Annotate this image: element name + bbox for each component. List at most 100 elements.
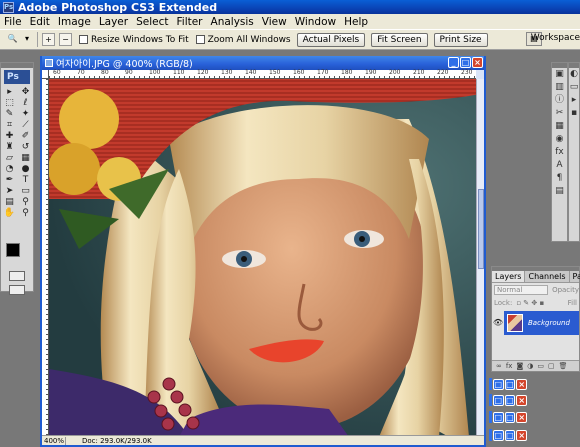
- foreground-color-swatch[interactable]: [6, 243, 20, 257]
- clone-source-icon[interactable]: ▤: [552, 185, 567, 198]
- close-button[interactable]: ×: [516, 411, 528, 423]
- trash-icon[interactable]: 🗑: [559, 362, 568, 370]
- restore-button[interactable]: □: [492, 411, 504, 423]
- fx-icon[interactable]: fx: [552, 146, 567, 159]
- dodge-tool-icon[interactable]: ●: [18, 164, 33, 174]
- horizontal-ruler[interactable]: 60 70 80 90 100 110 120 130 140 150 160 170 180 190 20…: [49, 69, 476, 79]
- actual-pixels-button[interactable]: Actual Pixels: [296, 32, 366, 47]
- workspace-menu[interactable]: Workspace: [531, 33, 580, 43]
- path-select-icon[interactable]: ➤: [2, 186, 17, 196]
- zoom-tool-icon[interactable]: ⚲: [18, 208, 33, 218]
- close-button[interactable]: ×: [516, 378, 528, 390]
- notes-tool-icon[interactable]: ▤: [2, 197, 17, 207]
- restore-button[interactable]: □: [492, 378, 504, 390]
- blend-mode-select[interactable]: Normal: [494, 285, 549, 295]
- move-arrows-icon[interactable]: ✥: [18, 87, 33, 97]
- tools-preset-icon[interactable]: ✂: [552, 107, 567, 120]
- document-title-bar[interactable]: 여자아이.JPG @ 400% (RGB/8): [42, 56, 484, 70]
- quick-mask-icon[interactable]: [9, 271, 25, 281]
- color-icon[interactable]: ◐: [569, 68, 579, 81]
- actions-icon[interactable]: ▸: [569, 94, 579, 107]
- styles-icon[interactable]: ◉: [552, 133, 567, 146]
- menu-analysis[interactable]: Analysis: [207, 16, 258, 28]
- close-button[interactable]: ×: [472, 57, 483, 68]
- info-icon[interactable]: ⓘ: [552, 94, 567, 107]
- vertical-scrollbar[interactable]: [476, 79, 484, 435]
- zoom-level[interactable]: 400%: [42, 436, 66, 445]
- menu-filter[interactable]: Filter: [173, 16, 207, 28]
- eraser-tool-icon[interactable]: ▱: [2, 153, 17, 163]
- restore-button[interactable]: □: [492, 394, 504, 406]
- history-icon[interactable]: ▪: [569, 107, 579, 120]
- folder-icon[interactable]: ▭: [537, 362, 544, 370]
- tab-layers[interactable]: Layers: [492, 271, 526, 282]
- menu-image[interactable]: Image: [54, 16, 95, 28]
- swatches-icon[interactable]: ▦: [552, 120, 567, 133]
- checkbox-box[interactable]: [79, 35, 88, 44]
- checkbox-box[interactable]: [195, 35, 205, 44]
- type-tool-icon[interactable]: T: [18, 175, 33, 185]
- slice-tool-icon[interactable]: ⟋: [18, 120, 33, 130]
- tab-channels[interactable]: Channels: [525, 271, 570, 282]
- ruler-origin[interactable]: [42, 70, 49, 79]
- canvas-image[interactable]: [49, 79, 476, 435]
- fit-screen-button[interactable]: Fit Screen: [371, 32, 428, 47]
- minimize-button[interactable]: _: [448, 57, 459, 68]
- menu-view[interactable]: View: [258, 16, 291, 28]
- minimized-strip[interactable]: [489, 411, 492, 423]
- paragraph-icon[interactable]: ¶: [552, 172, 567, 185]
- menu-select[interactable]: Select: [132, 16, 172, 28]
- adjustment-icon[interactable]: ◑: [527, 362, 533, 370]
- screen-mode-icon[interactable]: [9, 285, 25, 295]
- close-button[interactable]: ×: [516, 394, 528, 406]
- maximize-button[interactable]: □: [504, 411, 516, 423]
- minimized-strip[interactable]: [489, 429, 492, 441]
- chevron-down-icon[interactable]: ▾: [23, 33, 31, 46]
- gradient-tool-icon[interactable]: ▦: [18, 153, 33, 163]
- character-icon[interactable]: A: [552, 159, 567, 172]
- history-brush-icon[interactable]: ↺: [18, 142, 33, 152]
- layer-row-background[interactable]: 👁 Background: [492, 311, 579, 335]
- crop-tool-icon[interactable]: ⌗: [2, 120, 17, 130]
- blur-tool-icon[interactable]: ◔: [2, 164, 17, 174]
- print-size-button[interactable]: Print Size: [433, 32, 488, 47]
- maximize-button[interactable]: □: [504, 378, 516, 390]
- shape-tool-icon[interactable]: ▭: [18, 186, 33, 196]
- quick-select-tool-icon[interactable]: ✎: [2, 109, 17, 119]
- menu-layer[interactable]: Layer: [95, 16, 132, 28]
- eye-icon[interactable]: 👁: [492, 311, 504, 335]
- zoom-out-icon[interactable]: −: [59, 33, 72, 46]
- restore-button[interactable]: □: [492, 429, 504, 441]
- menu-edit[interactable]: Edit: [26, 16, 54, 28]
- histogram-icon[interactable]: ▥: [552, 81, 567, 94]
- tab-paths[interactable]: Path: [570, 271, 580, 282]
- close-button[interactable]: ×: [516, 429, 528, 441]
- menu-help[interactable]: Help: [340, 16, 372, 28]
- scrollbar-thumb[interactable]: [478, 189, 484, 269]
- brushes-icon[interactable]: ▭: [569, 81, 579, 94]
- brush-tool-icon[interactable]: ✐: [18, 131, 33, 141]
- navigator-icon[interactable]: ▣: [552, 68, 567, 81]
- maximize-button[interactable]: □: [460, 57, 471, 68]
- eyedropper-icon[interactable]: ⚲: [18, 197, 33, 207]
- maximize-button[interactable]: □: [504, 429, 516, 441]
- marquee-tool-icon[interactable]: ⬚: [2, 98, 17, 108]
- vertical-ruler[interactable]: [42, 79, 49, 435]
- link-layers-icon[interactable]: ∞: [496, 362, 502, 370]
- minimized-strip[interactable]: [489, 378, 492, 390]
- zoom-all-windows-checkbox[interactable]: Zoom All Windows: [195, 35, 291, 45]
- healing-brush-icon[interactable]: ✚: [2, 131, 17, 141]
- lasso-tool-icon[interactable]: ℓ: [18, 98, 33, 108]
- fx-icon[interactable]: fx: [506, 362, 513, 370]
- mask-icon[interactable]: ◙: [516, 362, 523, 370]
- maximize-button[interactable]: □: [504, 394, 516, 406]
- new-layer-icon[interactable]: ▢: [548, 362, 555, 370]
- menu-file[interactable]: File: [0, 16, 26, 28]
- hand-tool-icon[interactable]: ✋: [2, 208, 17, 218]
- panel-header[interactable]: [1, 63, 33, 68]
- zoom-in-icon[interactable]: +: [42, 33, 55, 46]
- magic-wand-icon[interactable]: ✦: [18, 109, 33, 119]
- zoom-tool-icon[interactable]: 🔍: [6, 33, 19, 46]
- clone-stamp-icon[interactable]: ♜: [2, 142, 17, 152]
- menu-window[interactable]: Window: [291, 16, 340, 28]
